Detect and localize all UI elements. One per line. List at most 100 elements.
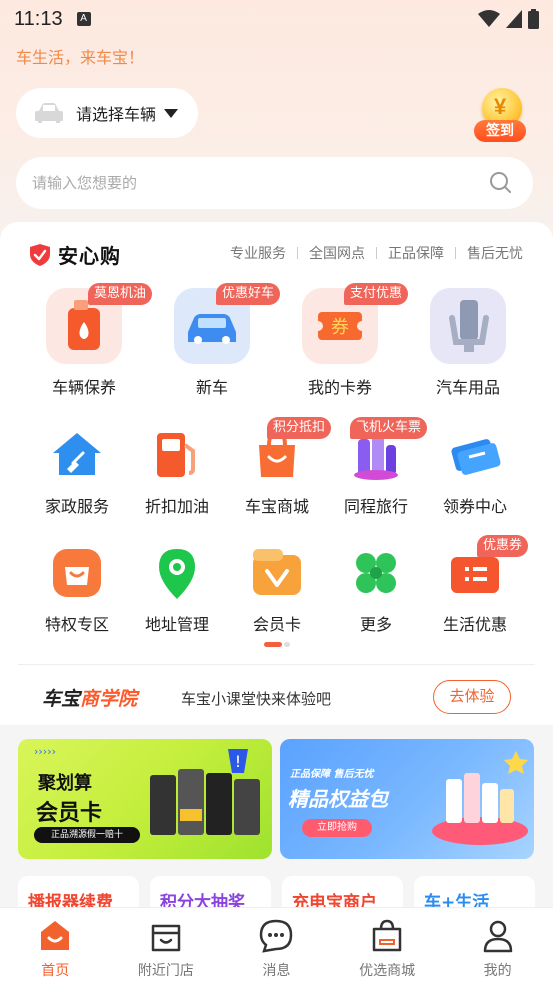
privilege-bag-icon (49, 545, 105, 601)
anxin-tag: 正品保障 (388, 246, 444, 262)
battery-icon (528, 9, 539, 29)
shopping-bag-icon (369, 918, 405, 954)
status-time: 11:13 (14, 7, 63, 30)
svg-text:!: ! (235, 752, 241, 771)
bottom-tab-bar: 首页 附近门店 消息 优选商城 我的 (0, 907, 553, 984)
status-icons (478, 9, 539, 29)
tab-nearby-stores[interactable]: 附近门店 (111, 908, 222, 984)
grid-item-chebao-mall[interactable]: 车宝商城 积分抵扣 (227, 417, 332, 517)
grid-badge: 积分抵扣 (267, 417, 332, 439)
grid-item-my-coupons[interactable]: 券 我的卡券 支付优惠 (290, 283, 409, 398)
divider (18, 664, 535, 665)
grid-label: 我的卡券 (307, 378, 372, 397)
grid-label: 同程旅行 (343, 497, 408, 516)
grid-label: 生活优惠 (442, 615, 507, 634)
notification-a-icon: A (76, 12, 91, 26)
grid-item-more[interactable]: 更多 (326, 545, 426, 635)
sign-in-button[interactable]: 签到 (472, 88, 530, 144)
grid-label: 车辆保养 (51, 378, 116, 397)
grid-item-life-deals[interactable]: 生活优惠 优惠券 (425, 535, 529, 635)
grid-label: 家政服务 (44, 497, 109, 516)
anxin-tag: 全国网点 (309, 246, 365, 262)
search-input[interactable] (32, 174, 489, 192)
anxin-tags: 专业服务 全国网点 正品保障 售后无忧 (230, 243, 523, 263)
grid-label: 折扣加油 (144, 497, 209, 516)
tickets-icon (447, 427, 503, 483)
grid-label: 车宝商城 (244, 497, 309, 516)
car-select-button[interactable]: 请选择车辆 (16, 88, 198, 138)
grid-badge: 莫恩机油 (88, 283, 153, 305)
shield-check-icon (30, 243, 50, 266)
search-bar[interactable] (16, 157, 533, 209)
grid-label: 新车 (195, 378, 228, 397)
banner-equity-package[interactable]: 正品保障 售后无忧 精品权益包 立即抢购 (280, 739, 534, 859)
banner-left-title2: 会员卡 (36, 801, 103, 826)
academy-try-button[interactable]: 去体验 (433, 680, 511, 714)
grid-label: 特权专区 (44, 615, 109, 634)
grid-label: 汽车用品 (435, 378, 500, 397)
store-icon (148, 918, 184, 954)
home-icon (37, 918, 73, 954)
banner-right-button[interactable]: 立即抢购 (302, 819, 372, 837)
tab-label: 消息 (262, 963, 291, 979)
tab-label: 首页 (41, 963, 70, 979)
tab-label: 我的 (483, 963, 512, 979)
phone-holder-icon (430, 288, 506, 364)
anxin-tag: 售后无忧 (467, 246, 523, 262)
page-indicator (264, 642, 290, 647)
grid-badge: 飞机火车票 (350, 417, 428, 439)
tab-mall[interactable]: 优选商城 (332, 908, 443, 984)
grid-item-privilege-zone[interactable]: 特权专区 (27, 545, 127, 635)
academy-title: 车宝商学院 (42, 684, 137, 711)
tab-label: 附近门店 (137, 963, 194, 979)
grid-item-new-car[interactable]: 新车 优惠好车 (162, 283, 281, 398)
banner-right-title: 精品权益包 (288, 787, 388, 811)
tab-home[interactable]: 首页 (0, 908, 111, 984)
academy-title-orange: 商学院 (80, 688, 138, 710)
grid-label: 更多 (359, 615, 392, 634)
dropdown-triangle-icon (164, 108, 179, 118)
grid-label: 会员卡 (252, 615, 301, 634)
tab-label: 优选商城 (359, 963, 416, 979)
grid-badge: 支付优惠 (344, 283, 409, 305)
svg-text:›››››: ››››› (34, 745, 56, 758)
grid-label: 地址管理 (144, 615, 209, 634)
grid-badge: 优惠券 (477, 535, 529, 557)
slogan: 车生活，来车宝！ (16, 48, 145, 67)
grid-item-address-management[interactable]: 地址管理 (127, 545, 227, 635)
search-icon[interactable] (489, 171, 513, 195)
anxin-title: 安心购 (58, 244, 121, 268)
grid-item-coupon-center[interactable]: 领券中心 (425, 427, 525, 517)
car-icon (35, 103, 63, 123)
banner-member-card[interactable]: ››››› ! 聚划算 会员卡 正品溯源假一赔十 (18, 739, 272, 859)
anxin-tag: 专业服务 (230, 246, 286, 262)
banner-left-title1: 聚划算 (38, 773, 92, 794)
tab-messages[interactable]: 消息 (221, 908, 332, 984)
message-icon (258, 918, 294, 954)
wifi-icon (478, 10, 500, 27)
grid-item-car-accessories[interactable]: 汽车用品 (418, 288, 518, 398)
sign-in-label: 签到 (474, 120, 526, 142)
car-select-label: 请选择车辆 (76, 105, 157, 124)
academy-title-black: 车宝 (42, 688, 81, 710)
banner-left-sub: 正品溯源假一赔十 (34, 827, 140, 843)
academy-desc: 车宝小课堂快来体验吧 (181, 690, 332, 708)
grid-item-tongcheng-travel[interactable]: 同程旅行 飞机火车票 (326, 417, 428, 517)
person-icon (480, 918, 516, 954)
clover-icon (348, 545, 404, 601)
fuel-pump-icon (149, 427, 205, 483)
grid-item-housekeeping[interactable]: 家政服务 (27, 427, 127, 517)
svg-text:券: 券 (331, 317, 349, 338)
grid-badge: 优惠好车 (216, 283, 281, 305)
location-pin-icon (149, 545, 205, 601)
grid-item-car-maintenance[interactable]: 车辆保养 莫恩机油 (34, 283, 153, 398)
banner-right-top: 正品保障 售后无忧 (290, 769, 374, 780)
anxin-header: 安心购 (30, 240, 121, 269)
status-bar: 11:13 A (0, 0, 553, 38)
tab-mine[interactable]: 我的 (442, 908, 553, 984)
grid-item-member-card[interactable]: 会员卡 (227, 545, 327, 635)
signal-icon (506, 10, 522, 28)
grid-label: 领券中心 (442, 497, 507, 516)
grid-item-discount-fuel[interactable]: 折扣加油 (127, 427, 227, 517)
house-broom-icon (49, 427, 105, 483)
